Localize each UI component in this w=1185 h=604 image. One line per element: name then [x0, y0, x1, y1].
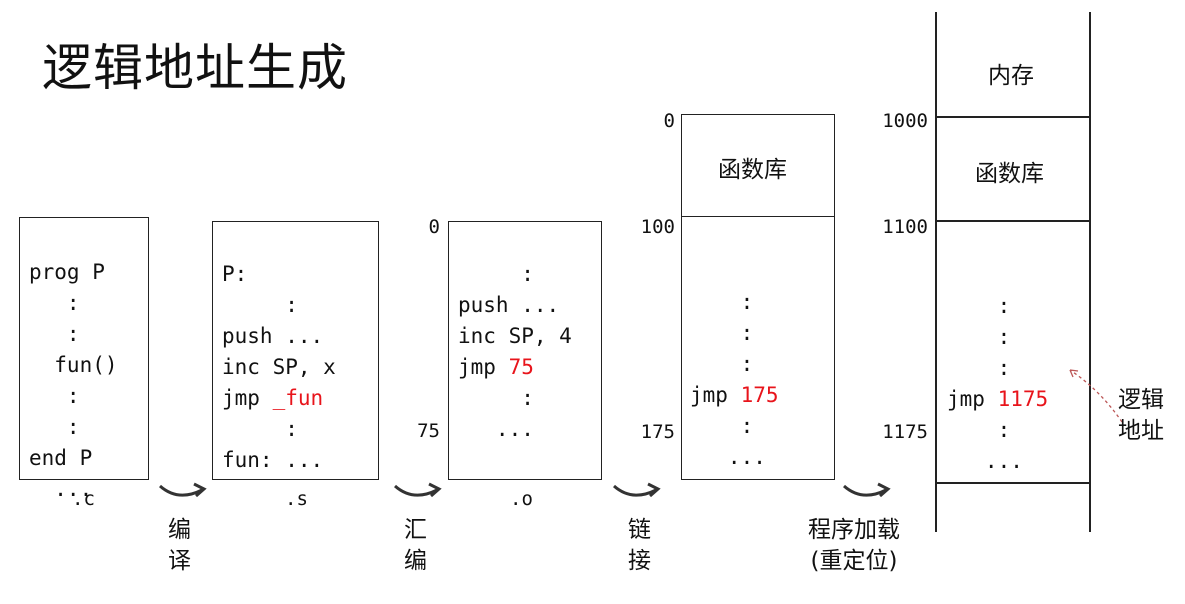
code-line: fun: ... — [222, 448, 324, 472]
jmp-instruction: jmp — [690, 383, 741, 407]
annotation-line: 逻辑 — [1118, 387, 1164, 413]
code-line: : — [29, 291, 80, 315]
code-line: : — [690, 352, 754, 376]
code-line: ... — [458, 417, 534, 441]
linked-address-0: 0 — [663, 110, 675, 132]
memory-address-1100: 1100 — [882, 216, 928, 238]
code-line: ... — [947, 449, 1023, 473]
code-line: jmp 75 — [458, 352, 572, 383]
code-line: : — [690, 414, 754, 438]
step-label: (重定位) — [810, 548, 898, 574]
code-line: : — [947, 418, 1011, 442]
curved-arrow-icon — [843, 482, 891, 498]
step-link: 链 接 — [628, 515, 651, 577]
code-line: : — [222, 417, 298, 441]
step-label: 汇 — [404, 517, 427, 543]
code-line: jmp 1175 — [947, 384, 1048, 415]
code-line: fun() — [29, 353, 118, 377]
code-line: : — [947, 356, 1011, 380]
linked-program-code: : : : jmp 175 : ... — [690, 256, 779, 504]
step-label: 译 — [168, 548, 191, 574]
code-line: inc SP, 4 — [458, 324, 572, 348]
jmp-instruction: jmp — [222, 386, 273, 410]
code-line: : — [29, 415, 80, 439]
memory-left-border — [935, 12, 937, 532]
c-file-label: .c — [72, 488, 95, 510]
code-line: : — [222, 293, 298, 317]
s-file-label: .s — [285, 488, 308, 510]
memory-divider-1100 — [935, 220, 1091, 222]
code-line: jmp _fun — [222, 383, 336, 414]
curved-arrow-icon — [394, 482, 442, 498]
jmp-target-address: 75 — [508, 355, 534, 379]
jmp-target-address: 175 — [740, 383, 779, 407]
code-line: push ... — [222, 324, 324, 348]
o-object-code: : push ... inc SP, 4 jmp 75 : ... — [458, 228, 572, 476]
diagram-title: 逻辑地址生成 — [42, 39, 348, 97]
step-label: 接 — [628, 548, 651, 574]
linked-library-label: 函数库 — [718, 157, 787, 183]
code-line: prog P — [29, 260, 105, 284]
s-assembly-code: P: : push ... inc SP, x jmp _fun : fun: ... — [222, 228, 336, 507]
step-label: 程序加载 — [808, 517, 900, 543]
code-line: : — [690, 321, 754, 345]
step-compile: 编 译 — [168, 515, 191, 577]
step-label: 链 — [628, 517, 651, 543]
jmp-target-symbol: _fun — [272, 386, 324, 410]
memory-address-1175: 1175 — [882, 421, 928, 443]
step-label: 编 — [168, 517, 191, 543]
step-load: 程序加载 (重定位) — [808, 515, 900, 577]
jmp-target-address: 1175 — [997, 387, 1049, 411]
linked-address-100: 100 — [640, 216, 675, 238]
code-line: : — [947, 325, 1011, 349]
curved-arrow-icon — [159, 482, 207, 498]
memory-label: 内存 — [988, 63, 1034, 89]
code-line: jmp 175 — [690, 380, 779, 411]
code-line: : — [458, 262, 534, 286]
memory-right-border — [1089, 12, 1091, 532]
code-line: : — [29, 322, 80, 346]
memory-address-1000: 1000 — [882, 110, 928, 132]
code-line: ... — [690, 445, 766, 469]
step-label: 编 — [404, 548, 427, 574]
memory-divider-1000 — [935, 116, 1091, 118]
logical-address-annotation: 逻辑 地址 — [1118, 385, 1164, 447]
code-line: P: — [222, 262, 248, 286]
curved-arrow-icon — [613, 482, 661, 498]
memory-library-label: 函数库 — [975, 161, 1044, 187]
memory-program-code: : : : jmp 1175 : ... — [947, 260, 1048, 508]
code-line: push ... — [458, 293, 560, 317]
code-line: : — [690, 290, 754, 314]
linked-address-175: 175 — [640, 421, 675, 443]
code-line: : — [947, 294, 1011, 318]
code-line: : — [29, 384, 80, 408]
annotation-line: 地址 — [1118, 418, 1164, 444]
step-assemble: 汇 编 — [404, 515, 427, 577]
jmp-instruction: jmp — [947, 387, 998, 411]
o-address-0: 0 — [428, 216, 440, 238]
o-address-75: 75 — [417, 420, 440, 442]
code-line: inc SP, x — [222, 355, 336, 379]
jmp-instruction: jmp — [458, 355, 509, 379]
code-line: end P — [29, 446, 93, 470]
o-file-label: .o — [510, 488, 533, 510]
code-line: : — [458, 386, 534, 410]
